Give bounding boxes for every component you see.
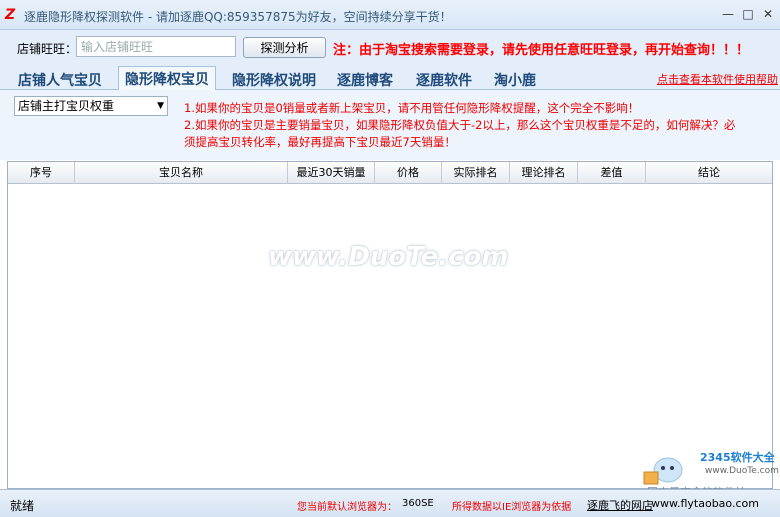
column-header[interactable]: 序号 — [8, 162, 75, 184]
default-browser-value: 360SE — [402, 498, 434, 509]
results-table[interactable]: 序号 宝贝名称 最近30天销量 价格 实际排名 理论排名 差值 结论 — [7, 161, 773, 489]
column-header[interactable]: 最近30天销量 — [288, 162, 375, 184]
column-header[interactable]: 实际排名 — [442, 162, 510, 184]
tab-software[interactable]: 逐鹿软件 — [410, 68, 478, 90]
column-header[interactable]: 价格 — [375, 162, 442, 184]
tip-line-2: 2.如果你的宝贝是主要销量宝贝，如果隐形降权负值大于-2以上，那么这个宝贝权重是… — [184, 118, 736, 132]
weight-type-selected: 店铺主打宝贝权重 — [18, 99, 115, 113]
corner-domain: www.DuoTe.com — [705, 466, 779, 476]
column-header[interactable]: 宝贝名称 — [75, 162, 288, 184]
shop-wangwang-label: 店铺旺旺： — [17, 42, 78, 56]
status-ready: 就绪 — [10, 499, 35, 513]
shop-link[interactable]: 逐鹿飞的网店 — [587, 497, 653, 513]
tip-line-3: 须提高宝贝转化率，最好再提高下宝贝最近7天销量！ — [184, 135, 456, 149]
column-header[interactable]: 理论排名 — [510, 162, 578, 184]
corner-brand: 2345软件大全 — [700, 451, 775, 464]
window-title: 逐鹿隐形降权探测软件 - 请加逐鹿QQ:859357875为好友，空间持续分享干… — [24, 10, 452, 24]
tip-line-1: 1.如果你的宝贝是0销量或者新上架宝贝，请不用管任何隐形降权提醒，这个完全不影响… — [184, 101, 640, 115]
help-link[interactable]: 点击查看本软件使用帮助 — [657, 71, 778, 87]
default-browser-label: 您当前默认浏览器为： — [297, 502, 397, 513]
close-button[interactable]: ✕ — [759, 6, 777, 22]
shop-wangwang-input[interactable] — [76, 36, 236, 57]
maximize-button[interactable]: □ — [739, 6, 757, 22]
tab-hidden-demotion-info[interactable]: 隐形降权说明 — [226, 68, 322, 90]
column-header[interactable]: 差值 — [578, 162, 646, 184]
chevron-down-icon: ▼ — [157, 101, 164, 111]
app-logo-icon: Z — [5, 7, 16, 23]
login-notice: 注：由于淘宝搜索需要登录，请先使用任意旺旺登录，再开始查询！！！ — [333, 43, 750, 58]
minimize-button[interactable]: — — [719, 6, 737, 22]
weight-type-select[interactable]: 店铺主打宝贝权重 ▼ — [14, 96, 168, 116]
tab-blog[interactable]: 逐鹿博客 — [331, 68, 399, 90]
tab-popular-items[interactable]: 店铺人气宝贝 — [12, 68, 108, 90]
analyze-button[interactable]: 探测分析 — [243, 37, 326, 58]
table-header: 序号 宝贝名称 最近30天销量 价格 实际排名 理论排名 差值 结论 — [8, 162, 772, 184]
watermark-text: www.DuoTe.com — [268, 242, 509, 272]
site-url: www.flytaobao.com — [651, 497, 759, 510]
column-header[interactable]: 结论 — [646, 162, 772, 184]
tab-taoxiaolu[interactable]: 淘小鹿 — [488, 68, 542, 90]
tab-hidden-demoted-items[interactable]: 隐形降权宝贝 — [118, 66, 216, 91]
ie-data-note: 所得数据以IE浏览器为依据 — [452, 502, 572, 513]
